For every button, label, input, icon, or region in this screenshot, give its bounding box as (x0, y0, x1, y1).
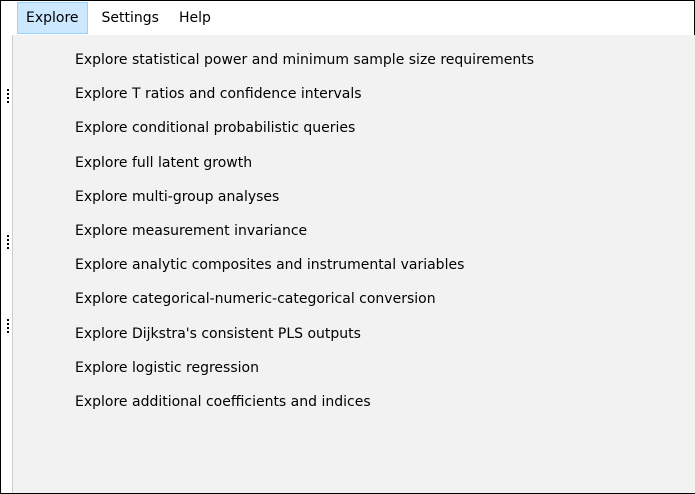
window-edge-mark (7, 235, 9, 249)
menu-item-conditional-probabilistic-queries[interactable]: Explore conditional probabilistic querie… (13, 111, 534, 145)
menu-item-analytic-composites[interactable]: Explore analytic composites and instrume… (13, 248, 534, 282)
explore-menu-list: Explore statistical power and minimum sa… (13, 43, 534, 419)
menu-item-t-ratios[interactable]: Explore T ratios and confidence interval… (13, 77, 534, 111)
menu-item-full-latent-growth[interactable]: Explore full latent growth (13, 146, 534, 180)
menu-settings[interactable]: Settings (94, 1, 167, 35)
menu-item-dijkstra-pls[interactable]: Explore Dijkstra's consistent PLS output… (13, 317, 534, 351)
menu-item-categorical-conversion[interactable]: Explore categorical-numeric-categorical … (13, 282, 534, 316)
menu-item-multi-group-analyses[interactable]: Explore multi-group analyses (13, 180, 534, 214)
menu-item-logistic-regression[interactable]: Explore logistic regression (13, 351, 534, 385)
menu-item-measurement-invariance[interactable]: Explore measurement invariance (13, 214, 534, 248)
application-window: Explore Settings Help Explore statistica… (0, 0, 695, 494)
explore-dropdown-menu: Explore statistical power and minimum sa… (12, 35, 695, 493)
menu-explore[interactable]: Explore (17, 2, 88, 34)
window-edge-mark (7, 319, 9, 333)
menu-item-additional-coefficients[interactable]: Explore additional coefficients and indi… (13, 385, 534, 419)
menu-item-statistical-power[interactable]: Explore statistical power and minimum sa… (13, 43, 534, 77)
menu-bar: Explore Settings Help (1, 1, 694, 35)
window-edge-mark (7, 89, 9, 103)
menu-help[interactable]: Help (171, 1, 219, 35)
